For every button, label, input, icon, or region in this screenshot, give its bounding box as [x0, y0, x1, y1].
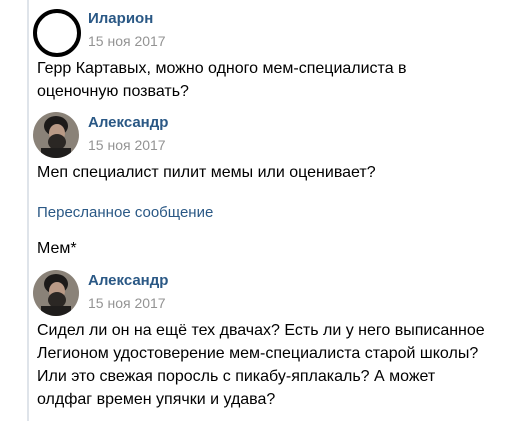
bearded-man-photo-icon — [33, 270, 79, 316]
bearded-man-photo-icon — [33, 112, 79, 158]
message-text-line: Сидел ли он на ещё тех двачах? Есть ли у… — [37, 322, 485, 339]
avatar-ilarion[interactable] — [33, 9, 81, 57]
message-date[interactable]: 15 ноя 2017 — [88, 33, 166, 49]
message-text-line: оценочную позвать? — [37, 83, 189, 100]
author-name[interactable]: Александр — [88, 272, 168, 289]
message-date[interactable]: 15 ноя 2017 — [88, 137, 166, 153]
author-name[interactable]: Иларион — [88, 10, 153, 27]
message-text-line: Мем* — [37, 240, 77, 257]
message-text-line: олдфаг времен упячки и удава? — [37, 391, 276, 408]
avatar-aleksandr[interactable] — [33, 270, 79, 316]
message-text-line: Легионом удостоверение мем-специалиста с… — [37, 345, 479, 362]
author-name[interactable]: Александр — [88, 114, 168, 131]
message-text-line: Меп специалист пилит мемы или оценивает? — [37, 164, 376, 181]
message-text-line: Герр Картавых, можно одного мем-специали… — [37, 60, 407, 77]
forwarded-message-link[interactable]: Пересланное сообщение — [37, 204, 213, 221]
thread-bar — [27, 0, 29, 421]
message-text-line: Или это свежая поросль с пикабу-яплакаль… — [37, 368, 436, 385]
message-date[interactable]: 15 ноя 2017 — [88, 295, 166, 311]
avatar-aleksandr[interactable] — [33, 112, 79, 158]
